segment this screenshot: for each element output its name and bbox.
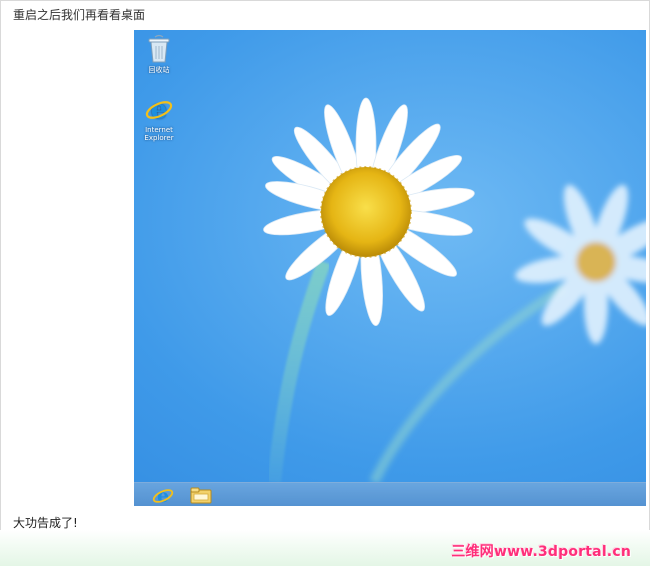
background-daisy xyxy=(515,184,646,344)
desktop-icon-label-line2: Explorer xyxy=(144,134,174,143)
caption-bottom: 大功告成了! xyxy=(13,516,78,530)
recycle-bin-icon xyxy=(148,34,170,63)
taskbar: e xyxy=(134,482,646,506)
desktop-icon-label-line1: Internet xyxy=(145,126,173,134)
caption-top: 重启之后我们再看看桌面 xyxy=(13,8,146,22)
file-explorer-icon xyxy=(190,487,212,504)
internet-explorer-icon: e xyxy=(152,485,174,506)
taskbar-internet-explorer[interactable]: e xyxy=(152,485,174,506)
desktop-icon-internet-explorer[interactable]: e Internet Explorer xyxy=(135,94,183,142)
taskbar-file-explorer[interactable] xyxy=(190,485,212,505)
desktop-screenshot: 回收站 e Internet Explorer e xyxy=(134,30,646,506)
main-daisy xyxy=(263,97,475,326)
desktop-icon-label: 回收站 xyxy=(148,66,170,74)
wallpaper-daisy xyxy=(263,97,646,482)
internet-explorer-icon: e xyxy=(145,95,173,124)
svg-text:e: e xyxy=(151,95,168,124)
desktop-icon-recycle-bin[interactable]: 回收站 xyxy=(135,34,183,74)
watermark-logo: 三维网www.3dportal.cn xyxy=(451,544,631,560)
